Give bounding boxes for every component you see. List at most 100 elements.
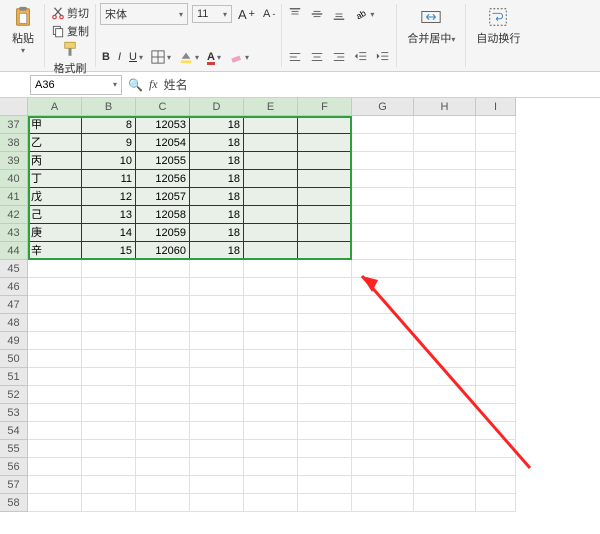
cell-G47[interactable] (352, 296, 414, 314)
cell-G46[interactable] (352, 278, 414, 296)
cell-A57[interactable] (28, 476, 82, 494)
cell-B40[interactable]: 11 (82, 170, 136, 188)
cell-E43[interactable] (244, 224, 298, 242)
cell-H56[interactable] (414, 458, 476, 476)
cell-I37[interactable] (476, 116, 516, 134)
cell-B54[interactable] (82, 422, 136, 440)
cell-H51[interactable] (414, 368, 476, 386)
cell-F42[interactable] (298, 206, 352, 224)
cell-F55[interactable] (298, 440, 352, 458)
cell-B42[interactable]: 13 (82, 206, 136, 224)
cell-I46[interactable] (476, 278, 516, 296)
cell-D56[interactable] (190, 458, 244, 476)
cell-B57[interactable] (82, 476, 136, 494)
cell-E51[interactable] (244, 368, 298, 386)
cell-I45[interactable] (476, 260, 516, 278)
bold-button[interactable]: B (100, 50, 112, 64)
row-head-44[interactable]: 44 (0, 242, 28, 260)
cell-G45[interactable] (352, 260, 414, 278)
cell-B38[interactable]: 9 (82, 134, 136, 152)
cell-C37[interactable]: 12053 (136, 116, 190, 134)
cell-E50[interactable] (244, 350, 298, 368)
cell-H47[interactable] (414, 296, 476, 314)
cell-D48[interactable] (190, 314, 244, 332)
cell-D57[interactable] (190, 476, 244, 494)
cell-B41[interactable]: 12 (82, 188, 136, 206)
cell-E45[interactable] (244, 260, 298, 278)
cell-D53[interactable] (190, 404, 244, 422)
font-size-select[interactable]: 11▾ (192, 5, 232, 23)
cell-E47[interactable] (244, 296, 298, 314)
col-head-B[interactable]: B (82, 98, 136, 116)
cell-G42[interactable] (352, 206, 414, 224)
cell-G53[interactable] (352, 404, 414, 422)
cell-G44[interactable] (352, 242, 414, 260)
cell-B44[interactable]: 15 (82, 242, 136, 260)
cell-F45[interactable] (298, 260, 352, 278)
cell-I39[interactable] (476, 152, 516, 170)
cell-C49[interactable] (136, 332, 190, 350)
cell-E48[interactable] (244, 314, 298, 332)
paste-button[interactable]: 粘贴▾ (6, 4, 40, 57)
cell-A51[interactable] (28, 368, 82, 386)
cell-I40[interactable] (476, 170, 516, 188)
cell-D43[interactable]: 18 (190, 224, 244, 242)
cell-C46[interactable] (136, 278, 190, 296)
merge-cells-button[interactable]: 合并居中▾ (401, 4, 461, 48)
cell-D55[interactable] (190, 440, 244, 458)
cell-E42[interactable] (244, 206, 298, 224)
col-head-F[interactable]: F (298, 98, 352, 116)
cell-F46[interactable] (298, 278, 352, 296)
search-icon[interactable]: 🔍 (128, 78, 143, 92)
cell-I49[interactable] (476, 332, 516, 350)
cut-button[interactable]: 剪切 (49, 4, 91, 22)
row-head-43[interactable]: 43 (0, 224, 28, 242)
cell-H39[interactable] (414, 152, 476, 170)
cell-I44[interactable] (476, 242, 516, 260)
cell-H53[interactable] (414, 404, 476, 422)
cell-G38[interactable] (352, 134, 414, 152)
cell-F53[interactable] (298, 404, 352, 422)
wrap-text-button[interactable]: 自动换行 (470, 4, 526, 48)
cell-H41[interactable] (414, 188, 476, 206)
cell-F48[interactable] (298, 314, 352, 332)
cell-I58[interactable] (476, 494, 516, 512)
cell-G51[interactable] (352, 368, 414, 386)
cell-H49[interactable] (414, 332, 476, 350)
cell-B39[interactable]: 10 (82, 152, 136, 170)
cell-A54[interactable] (28, 422, 82, 440)
cell-B55[interactable] (82, 440, 136, 458)
cell-C57[interactable] (136, 476, 190, 494)
cell-A47[interactable] (28, 296, 82, 314)
cell-G39[interactable] (352, 152, 414, 170)
cell-H54[interactable] (414, 422, 476, 440)
row-head-51[interactable]: 51 (0, 368, 28, 386)
cell-F49[interactable] (298, 332, 352, 350)
italic-button[interactable]: I (116, 50, 123, 64)
cell-I51[interactable] (476, 368, 516, 386)
cell-E58[interactable] (244, 494, 298, 512)
row-head-42[interactable]: 42 (0, 206, 28, 224)
cell-D46[interactable] (190, 278, 244, 296)
cell-A42[interactable]: 己 (28, 206, 82, 224)
cell-E56[interactable] (244, 458, 298, 476)
fill-color-button[interactable]: ▾ (177, 49, 201, 65)
cell-I53[interactable] (476, 404, 516, 422)
cell-H42[interactable] (414, 206, 476, 224)
cell-C38[interactable]: 12054 (136, 134, 190, 152)
cell-C58[interactable] (136, 494, 190, 512)
cell-H44[interactable] (414, 242, 476, 260)
cell-F38[interactable] (298, 134, 352, 152)
cell-B43[interactable]: 14 (82, 224, 136, 242)
row-head-54[interactable]: 54 (0, 422, 28, 440)
cell-A39[interactable]: 丙 (28, 152, 82, 170)
cell-C39[interactable]: 12055 (136, 152, 190, 170)
fx-icon[interactable]: fx (149, 77, 158, 92)
cell-H43[interactable] (414, 224, 476, 242)
cell-E46[interactable] (244, 278, 298, 296)
cell-D37[interactable]: 18 (190, 116, 244, 134)
cell-A49[interactable] (28, 332, 82, 350)
cell-G43[interactable] (352, 224, 414, 242)
align-top-button[interactable] (286, 6, 304, 22)
cell-C56[interactable] (136, 458, 190, 476)
